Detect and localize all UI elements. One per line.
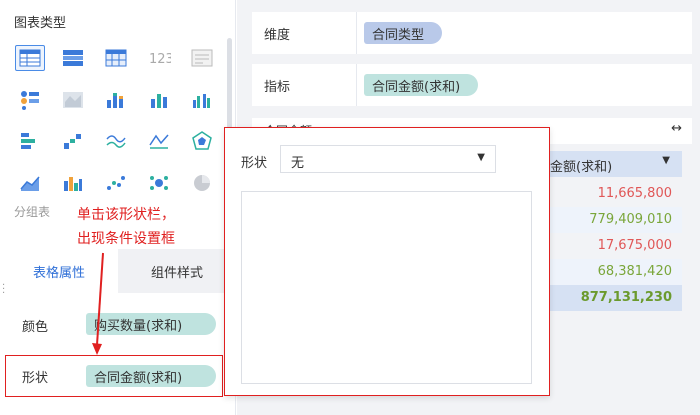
shape-select-value: 无 xyxy=(291,156,305,171)
kpi-list-icon[interactable] xyxy=(15,87,45,113)
table-cell: 68,381,420 xyxy=(597,264,672,279)
table-cell: 11,665,800 xyxy=(597,186,672,201)
group-table-label: 分组表 xyxy=(14,205,51,219)
stacked-bar-icon[interactable] xyxy=(101,87,131,113)
color-property-row[interactable]: 颜色 购买数量(求和) xyxy=(0,302,236,346)
area-chart-icon[interactable] xyxy=(15,170,45,196)
color-label: 颜色 xyxy=(22,320,49,335)
table-total-cell: 877,131,230 xyxy=(580,290,672,305)
field-divider xyxy=(356,64,357,106)
indicator-label: 指标 xyxy=(264,80,291,95)
svg-text:123: 123 xyxy=(149,52,171,67)
popup-shape-label: 形状 xyxy=(241,156,268,171)
expand-width-icon[interactable]: ↔ xyxy=(671,121,682,136)
shape-select[interactable]: 无 ▼ xyxy=(280,145,496,173)
annotation-note: 单击该形状栏， 出现条件设置框 xyxy=(77,203,175,251)
annotation-line-1: 单击该形状栏， xyxy=(77,207,175,223)
text-card-icon[interactable] xyxy=(187,45,217,71)
bubble-chart-icon[interactable] xyxy=(144,170,174,196)
tab-component-style[interactable]: 组件样式 xyxy=(118,249,236,293)
dimension-label: 维度 xyxy=(264,28,291,43)
sort-caret-icon[interactable]: ▼ xyxy=(662,155,670,166)
table-cell: 17,675,000 xyxy=(597,238,672,253)
indicator-row: 指标 合同金额(求和) xyxy=(252,64,692,106)
dimension-field-pill[interactable]: 合同类型 xyxy=(364,22,442,44)
table-cell: 779,409,010 xyxy=(589,212,672,227)
table-chart-icon[interactable] xyxy=(15,45,45,71)
grouped-column-icon[interactable] xyxy=(187,87,217,113)
scatter-chart-icon[interactable] xyxy=(101,170,131,196)
shape-preview-box xyxy=(241,191,532,384)
pie-chart-icon[interactable] xyxy=(187,170,217,196)
column-header[interactable]: 金额(求和) xyxy=(550,156,612,175)
combo-chart-icon[interactable] xyxy=(144,128,174,154)
number-card-icon[interactable]: 123 xyxy=(144,45,174,71)
shape-condition-popup: 形状 无 ▼ xyxy=(224,127,550,396)
color-field-pill[interactable]: 购买数量(求和) xyxy=(86,313,216,335)
annotation-line-2: 出现条件设置框 xyxy=(77,231,175,247)
step-chart-icon[interactable] xyxy=(58,128,88,154)
map-icon[interactable] xyxy=(58,87,88,113)
line-chart-icon[interactable] xyxy=(101,128,131,154)
chart-type-title: 图表类型 xyxy=(14,16,67,31)
property-tabs: 表格属性 组件样式 xyxy=(0,249,236,293)
field-divider xyxy=(356,12,357,54)
drag-handle-icon[interactable]: · · · xyxy=(2,281,5,299)
multi-column-icon[interactable] xyxy=(58,170,88,196)
column-chart-icon[interactable] xyxy=(144,87,174,113)
horizontal-bar-icon[interactable] xyxy=(15,128,45,154)
detail-table-icon[interactable] xyxy=(101,45,131,71)
indicator-field-pill[interactable]: 合同金额(求和) xyxy=(364,74,478,96)
shape-row-highlight xyxy=(5,355,223,397)
radar-chart-icon[interactable] xyxy=(187,128,217,154)
chevron-down-icon[interactable]: ▼ xyxy=(477,152,485,163)
dimension-row: 维度 合同类型 xyxy=(252,12,692,54)
tab-table-properties[interactable]: 表格属性 xyxy=(0,249,118,293)
cross-table-icon[interactable] xyxy=(58,45,88,71)
